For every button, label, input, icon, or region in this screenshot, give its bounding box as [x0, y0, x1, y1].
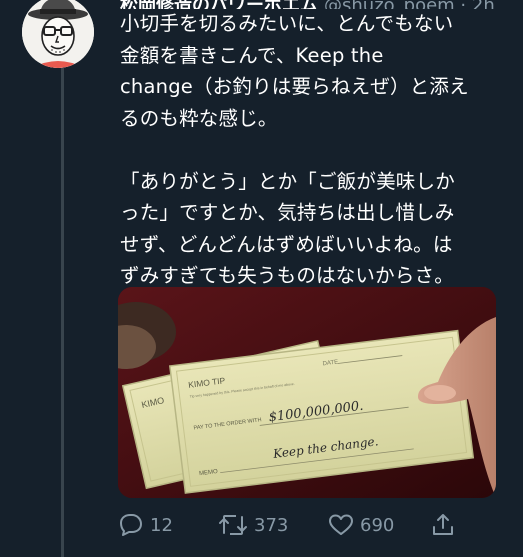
reply-icon [120, 514, 142, 536]
like-button[interactable]: 690 [328, 513, 394, 537]
share-button[interactable] [430, 512, 456, 538]
tweet-actions: 12 373 690 [118, 508, 478, 542]
tweet-text: 小切手を切るみたいに、とんでもない 金額を書きこんで、Keep the chan… [120, 12, 469, 287]
reply-button[interactable]: 12 [118, 513, 173, 537]
like-icon [329, 514, 353, 535]
tip-check-photo: KIMO KIMO TIP Tip very happened by this.… [118, 287, 496, 498]
retweet-icon [219, 515, 247, 535]
avatar-illustration [22, 0, 94, 68]
reply-count: 12 [150, 514, 173, 536]
tweet-image[interactable]: KIMO KIMO TIP Tip very happened by this.… [118, 287, 496, 498]
retweet-button[interactable]: 373 [218, 513, 288, 537]
like-count: 690 [360, 514, 395, 536]
thread-line [61, 66, 64, 557]
avatar[interactable] [22, 0, 94, 68]
share-icon [433, 514, 453, 535]
retweet-count: 373 [254, 514, 289, 536]
